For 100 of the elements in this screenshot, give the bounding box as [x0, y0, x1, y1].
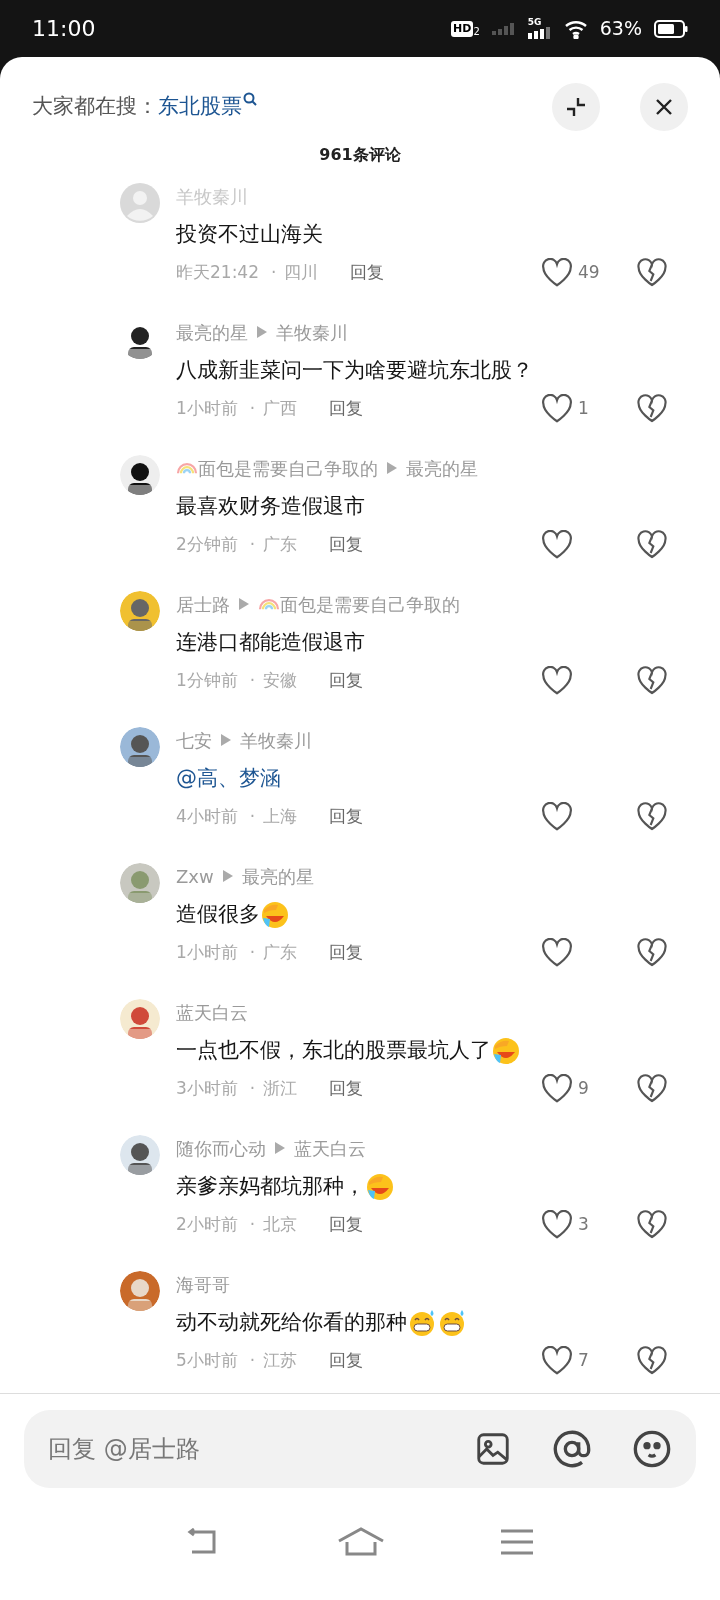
comment-location: 北京 — [263, 1213, 298, 1237]
mention-icon[interactable] — [552, 1429, 592, 1469]
home-icon[interactable] — [337, 1527, 385, 1557]
comment-author[interactable]: 最亮的星 — [176, 318, 248, 346]
comment-text: 投资不过山海关 — [176, 221, 323, 249]
signal-icon — [527, 27, 552, 39]
comment-location: 安徽 — [263, 669, 298, 693]
heart-icon[interactable] — [540, 394, 574, 424]
broken-heart-icon[interactable] — [636, 802, 668, 832]
broken-heart-icon[interactable] — [636, 394, 668, 424]
comment-time: 1分钟前 — [176, 669, 238, 693]
comment-location: 江苏 — [263, 1349, 298, 1373]
comment-time: 1小时前 — [176, 941, 238, 965]
heart-icon[interactable] — [540, 938, 574, 968]
like-count: 1 — [578, 397, 589, 421]
reply-button[interactable]: 回复 — [350, 260, 385, 286]
comment-author[interactable]: Zxw — [176, 862, 214, 890]
broken-heart-icon[interactable] — [636, 530, 668, 560]
grinning-sweat-emoji-icon — [407, 1308, 437, 1338]
emoji-icon[interactable] — [632, 1429, 672, 1469]
comment-author[interactable]: 随你而心动 — [176, 1134, 266, 1162]
close-button[interactable] — [640, 83, 688, 131]
reply-button[interactable]: 回复 — [329, 532, 364, 558]
comment-text: 八成新韭菜问一下为啥要避坑东北股？ — [176, 357, 533, 385]
broken-heart-icon[interactable] — [636, 666, 668, 696]
reply-target[interactable]: 面包是需要自己争取的 — [280, 590, 460, 618]
reply-button[interactable]: 回复 — [329, 1348, 364, 1374]
wifi-icon — [563, 18, 588, 39]
comment-text: 连港口都能造假退市 — [176, 629, 365, 657]
reply-arrow-icon — [221, 869, 234, 883]
image-icon[interactable] — [474, 1430, 512, 1468]
comment-location: 广西 — [263, 397, 298, 421]
reply-input-bar[interactable]: 回复 @居士路 — [24, 1410, 696, 1488]
reply-target[interactable]: 羊牧秦川 — [276, 318, 348, 346]
reply-target[interactable]: 最亮的星 — [241, 862, 314, 890]
reply-button[interactable]: 回复 — [329, 668, 364, 694]
battery-percent: 63% — [599, 16, 642, 42]
reply-button[interactable]: 回复 — [329, 804, 364, 830]
comment-author[interactable]: 蓝天白云 — [176, 998, 248, 1026]
comment-author[interactable]: 面包是需要自己争取的 — [198, 454, 378, 482]
broken-heart-icon[interactable] — [636, 1346, 668, 1376]
broken-heart-icon[interactable] — [636, 1074, 668, 1104]
reply-button[interactable]: 回复 — [329, 940, 364, 966]
heart-icon[interactable] — [540, 1210, 574, 1240]
battery-icon — [654, 19, 688, 38]
status-time: 11:00 — [32, 15, 96, 43]
like-count: 7 — [578, 1349, 589, 1373]
comment-time: 3小时前 — [176, 1077, 238, 1101]
reply-input-field[interactable]: 回复 @居士路 — [48, 1431, 474, 1467]
crying-laughing-emoji-icon — [260, 900, 290, 930]
heart-icon[interactable] — [540, 1074, 574, 1104]
broken-heart-icon[interactable] — [636, 938, 668, 968]
separator-dot: · — [249, 397, 256, 421]
heart-icon[interactable] — [540, 1346, 574, 1376]
comment-author[interactable]: 海哥哥 — [176, 1270, 230, 1298]
reply-target[interactable]: 最亮的星 — [406, 454, 478, 482]
mention-link[interactable]: @高、梦涵 — [176, 763, 281, 795]
menu-icon[interactable] — [500, 1529, 535, 1555]
separator-dot: · — [249, 941, 256, 965]
heart-icon[interactable] — [540, 258, 574, 288]
broken-heart-icon[interactable] — [636, 258, 668, 288]
comment-time: 昨天21:42 — [176, 261, 259, 285]
reply-button[interactable]: 回复 — [329, 1076, 364, 1102]
grinning-sweat-emoji-icon — [437, 1308, 467, 1338]
broken-heart-icon[interactable] — [636, 1210, 668, 1240]
separator-dot: · — [271, 261, 277, 285]
reply-button[interactable]: 回复 — [329, 1212, 364, 1238]
reply-arrow-icon — [386, 461, 398, 475]
comment-count: 961条评论 — [319, 144, 401, 166]
reply-button[interactable]: 回复 — [329, 396, 364, 422]
like-count: 49 — [578, 261, 600, 285]
comment-location: 上海 — [263, 805, 298, 829]
separator-dot: · — [249, 1213, 256, 1237]
comment-author[interactable]: 居士路 — [176, 590, 230, 618]
network-type: 5G — [527, 18, 542, 27]
comment-text: 一点也不假，东北的股票最坑人了 — [176, 1037, 491, 1065]
separator-dot: · — [249, 533, 256, 557]
trending-search-label: 大家都在搜： — [32, 93, 158, 121]
trending-search-link[interactable]: 东北股票 — [158, 91, 258, 123]
comment-time: 4小时前 — [176, 805, 238, 829]
reply-arrow-icon — [274, 1141, 286, 1155]
reply-target[interactable]: 羊牧秦川 — [240, 726, 312, 754]
heart-icon[interactable] — [540, 530, 574, 560]
reply-target[interactable]: 蓝天白云 — [294, 1134, 366, 1162]
heart-icon[interactable] — [540, 666, 574, 696]
reply-arrow-icon — [256, 325, 268, 339]
hd-indicator: HD 2 — [451, 20, 480, 37]
like-count: 3 — [578, 1213, 589, 1237]
collapse-button[interactable] — [552, 83, 600, 131]
rainbow-icon — [176, 462, 198, 474]
comment-author[interactable]: 七安 — [176, 726, 212, 754]
comment-text: 亲爹亲妈都坑那种， — [176, 1173, 365, 1201]
search-icon — [242, 91, 258, 108]
comment-time: 5小时前 — [176, 1349, 238, 1373]
separator-dot: · — [249, 805, 256, 829]
reply-arrow-icon — [220, 733, 232, 747]
heart-icon[interactable] — [540, 802, 574, 832]
comment-text: 造假很多 — [176, 901, 260, 929]
signal-icon — [491, 22, 516, 35]
separator-dot: · — [249, 1349, 256, 1373]
